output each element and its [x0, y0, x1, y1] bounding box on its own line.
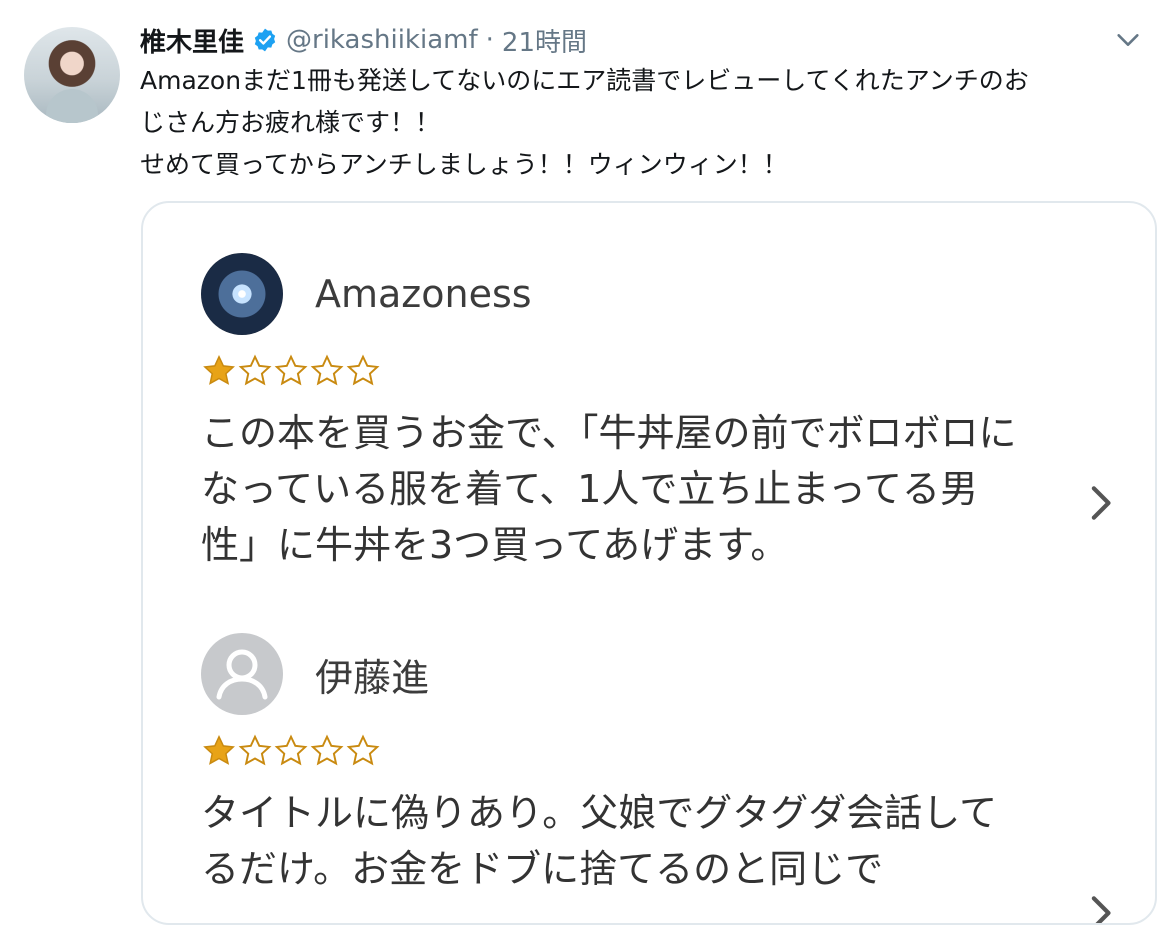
chevron-right-icon[interactable]: [1089, 483, 1115, 523]
star-rating: [201, 353, 1115, 393]
reviewer-name: 伊藤進: [315, 655, 430, 700]
chevron-down-icon[interactable]: [1114, 26, 1142, 54]
reviewer-row: 伊藤進: [201, 631, 1115, 717]
tweet-header: 椎木里佳 @rikashiikiamf · 21時間: [140, 20, 1152, 60]
tweet-time[interactable]: 21時間: [502, 22, 587, 59]
star-empty-icon: [346, 354, 380, 386]
default-user-icon: [201, 633, 283, 715]
star-empty-icon: [310, 354, 344, 386]
separator-dot: ·: [485, 25, 494, 55]
user-silhouette-icon: [216, 649, 268, 700]
star-empty-icon: [238, 734, 272, 766]
reviewer-name: Amazoness: [315, 272, 532, 316]
star-empty-icon: [346, 734, 380, 766]
star-empty-icon: [310, 734, 344, 766]
star-empty-icon: [274, 354, 308, 386]
verified-badge-icon: [254, 28, 276, 52]
review-item[interactable]: 伊藤進 タイトルに偽りあり。父娘でグタグダ会話してるだけ。お金をドブに捨てるのと…: [201, 631, 1115, 923]
reviewer-row: Amazoness: [201, 251, 1115, 337]
profile-avatar[interactable]: [24, 27, 120, 123]
chevron-right-icon[interactable]: [1089, 893, 1115, 925]
star-empty-icon: [238, 354, 272, 386]
author-handle[interactable]: @rikashiikiamf: [286, 25, 478, 55]
tweet-text: Amazonまだ1冊も発送してないのにエア読書でレビューしてくれたアンチのお じ…: [140, 66, 1029, 179]
review-item[interactable]: Amazoness この本を買うお金で、「牛丼屋の前でボロボロになっている服を着…: [201, 251, 1115, 573]
review-text: この本を買うお金で、「牛丼屋の前でボロボロになっている服を着て、1人で立ち止まっ…: [201, 411, 1017, 567]
author-name[interactable]: 椎木里佳: [140, 22, 244, 59]
image-card[interactable]: Amazoness この本を買うお金で、「牛丼屋の前でボロボロになっている服を着…: [141, 201, 1157, 925]
star-empty-icon: [274, 734, 308, 766]
space-avatar-icon: [201, 253, 283, 335]
review-text: タイトルに偽りあり。父娘でグタグダ会話してるだけ。お金をドブに捨てるのと同じで: [201, 791, 998, 891]
star-rating: [201, 733, 1115, 773]
star-filled-icon: [203, 734, 235, 765]
star-filled-icon: [203, 354, 235, 385]
